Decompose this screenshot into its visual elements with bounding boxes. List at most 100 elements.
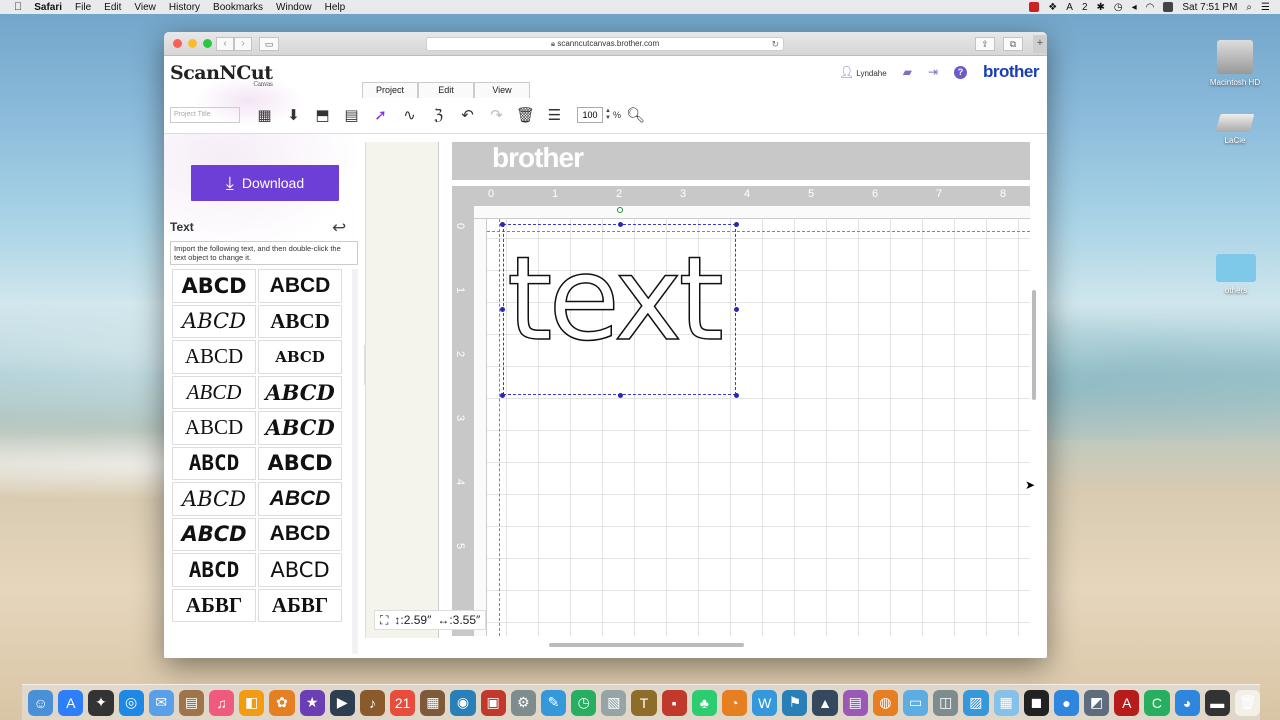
adobe-icon[interactable]: A xyxy=(1066,2,1073,13)
app-icon-green[interactable]: ♣ xyxy=(691,689,717,716)
dropbox-icon[interactable]: ❖ xyxy=(1048,2,1057,13)
import-icon[interactable]: ⬒ xyxy=(308,104,337,126)
font-option[interactable]: АБВГ xyxy=(258,588,342,622)
user-menu[interactable]: 👤︎ Lyndahe xyxy=(839,65,887,79)
font-option[interactable]: ABCD xyxy=(258,553,342,587)
reload-icon[interactable]: ↻ xyxy=(771,38,779,50)
resize-handle-se[interactable] xyxy=(734,393,739,398)
safari-icon[interactable]: ◎ xyxy=(118,689,144,716)
notes-icon[interactable]: ▦ xyxy=(420,689,446,716)
menu-window[interactable]: Window xyxy=(276,2,312,13)
app-icon-light[interactable]: ▭ xyxy=(902,689,929,716)
resize-handle-ne[interactable] xyxy=(734,222,739,227)
photos-icon[interactable]: ✿ xyxy=(269,689,295,716)
back-arrow-icon[interactable]: ↩ xyxy=(332,218,346,238)
scanncut-logo[interactable]: ScanNCut Canvas xyxy=(170,62,273,88)
app-icon-orange[interactable]: ◔ xyxy=(721,689,748,716)
font-option[interactable]: ABCD xyxy=(258,517,342,551)
apple-menu-icon[interactable]:  xyxy=(14,1,22,13)
delete-icon[interactable]: 🗑︎ xyxy=(511,104,540,126)
bluetooth-icon[interactable]: ✱ xyxy=(1097,2,1105,13)
font-option[interactable]: ABCD xyxy=(258,375,342,409)
finder-icon[interactable]: ☺ xyxy=(28,689,54,716)
garageband-icon[interactable]: ♪ xyxy=(359,689,386,716)
launchpad-icon[interactable]: ✦ xyxy=(88,689,114,716)
app-icon-black[interactable]: ◼ xyxy=(1023,689,1049,716)
app-store-icon[interactable]: A xyxy=(58,689,84,716)
terminal-icon[interactable]: ▬ xyxy=(1204,689,1230,716)
resize-handle-w[interactable] xyxy=(500,307,505,312)
font-option[interactable]: АБВГ xyxy=(172,588,256,622)
menu-help[interactable]: Help xyxy=(325,2,346,13)
menu-edit[interactable]: Edit xyxy=(104,2,121,13)
desktop-icon-lacie[interactable]: LaCie xyxy=(1190,114,1280,145)
font-option[interactable]: ABCD xyxy=(172,482,256,516)
menu-view[interactable]: View xyxy=(134,2,156,13)
font-option[interactable]: ABCD xyxy=(258,482,342,516)
status-app-icon[interactable] xyxy=(1029,2,1040,12)
ibooks-icon[interactable]: ◧ xyxy=(239,689,265,716)
font-option[interactable]: ABCD xyxy=(172,304,256,338)
notification-center-icon[interactable]: ☰ xyxy=(1261,2,1270,13)
logout-icon[interactable]: ⇥ xyxy=(928,65,938,79)
resize-handle-e[interactable] xyxy=(734,307,739,312)
back-button[interactable]: ‹ xyxy=(216,37,234,51)
font-option[interactable]: ABCD xyxy=(172,517,256,551)
app-icon-dark[interactable]: ▲ xyxy=(812,689,838,716)
new-tab-button[interactable]: + xyxy=(1033,35,1047,53)
rotate-handle[interactable] xyxy=(617,207,623,213)
firefox-icon[interactable]: ◍ xyxy=(872,689,898,716)
share-button[interactable]: ⇪ xyxy=(975,37,995,51)
word-icon[interactable]: W xyxy=(752,689,778,716)
download-button[interactable]: ⤓ Download xyxy=(191,165,339,201)
resize-handle-s[interactable] xyxy=(618,393,623,398)
desktop-icon-others[interactable]: others xyxy=(1196,254,1276,295)
calendar-icon[interactable]: 21 xyxy=(390,689,416,716)
font-option[interactable]: ABCD xyxy=(172,411,256,445)
font-option[interactable]: ABCD xyxy=(172,375,256,409)
object-list-icon[interactable]: ☰ xyxy=(540,104,569,126)
app-icon-image[interactable]: ▨ xyxy=(963,689,989,716)
font-option[interactable]: ABCD xyxy=(258,411,342,445)
spotlight-icon[interactable]: ⌕ xyxy=(1246,2,1252,13)
quicklook-icon[interactable]: ◉ xyxy=(450,689,476,716)
zoom-stepper[interactable]: ▲ ▼ xyxy=(605,108,611,122)
trash-icon[interactable]: 🗑︎ xyxy=(1234,689,1261,716)
save-icon[interactable]: ⬇ xyxy=(279,104,308,126)
select-tool-icon[interactable]: ➚ xyxy=(366,104,395,126)
font-option[interactable]: ABCD xyxy=(258,340,342,374)
utility-icon[interactable]: ▧ xyxy=(601,689,627,716)
menu-bookmarks[interactable]: Bookmarks xyxy=(213,2,263,13)
size-lock-icon[interactable]: ⛶ xyxy=(380,613,388,628)
volume-icon[interactable]: ◂ xyxy=(1132,2,1137,13)
font-option[interactable]: ABCD xyxy=(172,446,256,480)
menubar-clock[interactable]: Sat 7:51 PM xyxy=(1182,2,1237,13)
zoom-icon[interactable]: 🔍︎ xyxy=(621,104,650,126)
canvas-area[interactable]: brother 012345678 012345 text ⛶ ↕:2.59″ … xyxy=(365,142,1036,647)
show-tabs-button[interactable]: ⧉ xyxy=(1003,37,1023,51)
network-icon[interactable]: ◕ xyxy=(1174,689,1200,716)
font-option[interactable]: ABCD xyxy=(172,269,256,303)
time-machine-icon[interactable]: ◷ xyxy=(1114,2,1123,13)
itunes-icon[interactable]: ♫ xyxy=(209,689,235,716)
font-option[interactable]: ABCD xyxy=(258,304,342,338)
resize-handle-nw[interactable] xyxy=(500,222,505,227)
resize-handle-sw[interactable] xyxy=(500,393,505,398)
zoom-input[interactable]: 100 xyxy=(577,107,603,123)
messages-icon[interactable]: ✉ xyxy=(148,689,174,716)
app-icon-t[interactable]: T xyxy=(631,689,657,716)
tab-edit[interactable]: Edit xyxy=(418,82,474,98)
app-icon-purple[interactable]: ▤ xyxy=(842,689,868,716)
redo-icon[interactable]: ↷ xyxy=(482,104,511,126)
menu-safari[interactable]: Safari xyxy=(34,2,62,13)
brother-logo[interactable]: brother xyxy=(983,62,1040,82)
export-svg-icon[interactable]: ▤ xyxy=(337,104,366,126)
close-window-button[interactable] xyxy=(173,39,182,48)
font-option[interactable]: ABCD xyxy=(258,269,342,303)
wifi-icon[interactable]: ◠ xyxy=(1146,2,1155,13)
panel-scrollbar[interactable] xyxy=(352,269,358,654)
camtasia-icon[interactable]: C xyxy=(1144,689,1170,716)
canvas-vertical-scrollbar[interactable] xyxy=(1032,290,1036,400)
new-project-icon[interactable]: ▦ xyxy=(250,104,279,126)
forward-button[interactable]: › xyxy=(234,37,252,51)
